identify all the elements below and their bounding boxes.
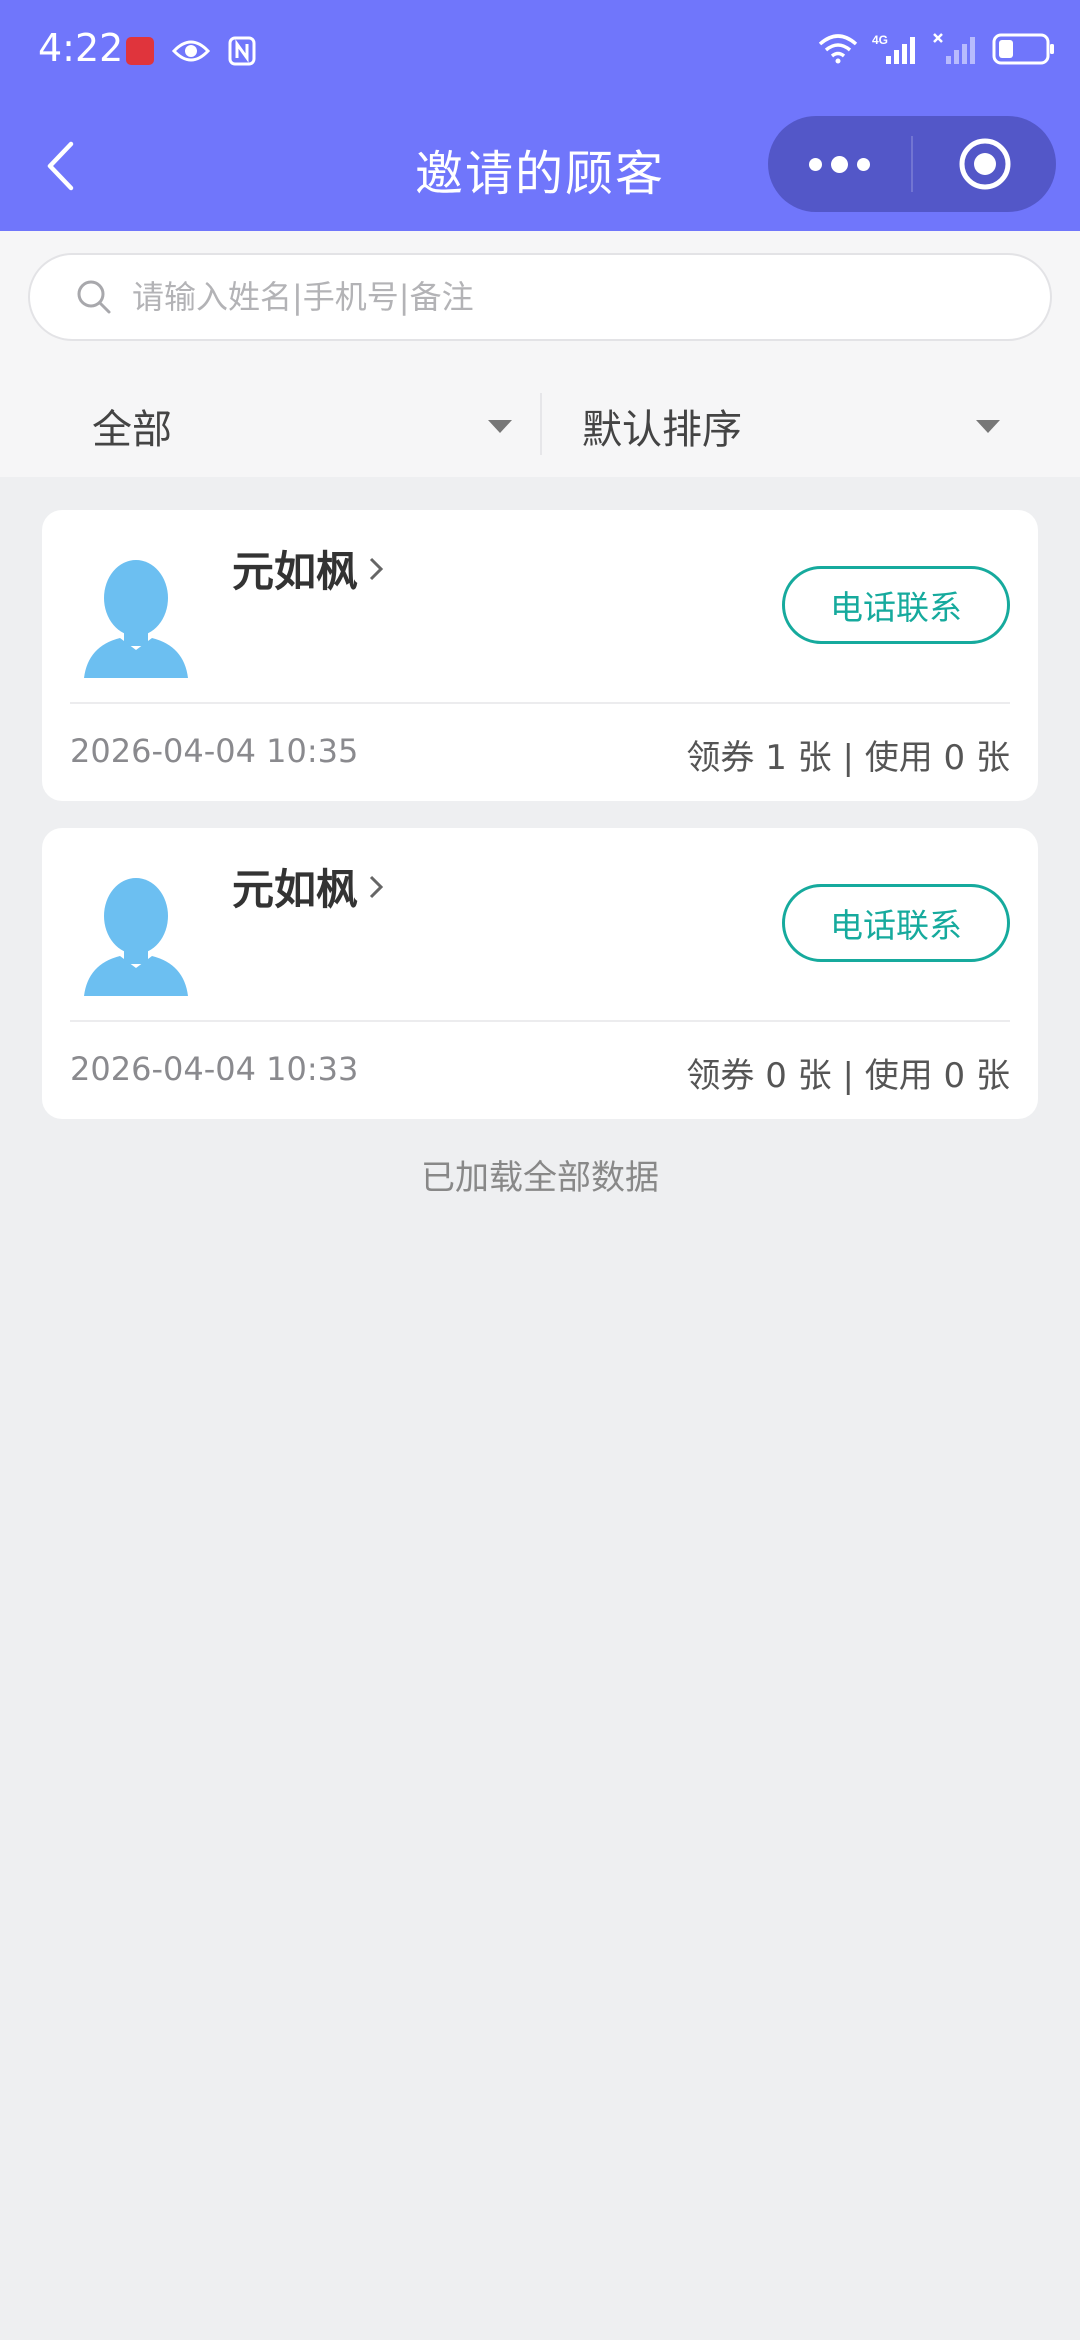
status-time: 4:22: [38, 26, 124, 70]
call-button[interactable]: 电话联系: [782, 884, 1010, 962]
coupon-stats: 领券 0 张 | 使用 0 张: [686, 1056, 1010, 1096]
avatar-icon: [84, 560, 188, 678]
more-button[interactable]: [768, 116, 911, 212]
capsule-menu: [768, 116, 1056, 212]
customer-card[interactable]: 元如枫 电话联系 2026-04-04 10:35 领券 1 张 | 使用 0 …: [42, 510, 1038, 801]
coupon-stats: 领券 1 张 | 使用 0 张: [686, 738, 1010, 778]
header: 4:22 4G 邀请的顾客: [0, 0, 1080, 231]
status-bar: 4:22 4G: [0, 0, 1080, 100]
avatar-icon: [84, 878, 188, 996]
nfc-icon: [228, 36, 256, 66]
customer-name-link[interactable]: 元如枫: [232, 856, 384, 917]
status-icons-left: [126, 36, 256, 66]
category-filter-dropdown[interactable]: 全部: [92, 381, 512, 471]
all-data-loaded-text: 已加载全部数据: [421, 1158, 659, 1198]
card-divider: [70, 1020, 1010, 1022]
chevron-right-icon: [369, 557, 384, 580]
eye-icon: [172, 40, 210, 62]
call-button[interactable]: 电话联系: [782, 566, 1010, 644]
chevron-right-icon: [369, 875, 384, 898]
filter-divider: [540, 393, 542, 455]
sort-label: 默认排序: [582, 407, 742, 453]
invite-date: 2026-04-04 10:35: [70, 732, 359, 770]
status-icons-right: 4G: [818, 32, 1056, 66]
customer-name: 元如枫: [232, 865, 359, 914]
customer-name-link[interactable]: 元如枫: [232, 538, 384, 599]
signal-4g-icon: 4G: [872, 33, 915, 64]
customer-name: 元如枫: [232, 547, 359, 596]
customer-card[interactable]: 元如枫 电话联系 2026-04-04 10:33 领券 0 张 | 使用 0 …: [42, 828, 1038, 1119]
invite-date: 2026-04-04 10:33: [70, 1050, 359, 1088]
filter-area: 全部 默认排序: [0, 231, 1080, 477]
svg-text:4G: 4G: [872, 33, 888, 47]
caret-down-icon: [488, 420, 512, 433]
app-notification-icon: [126, 37, 154, 65]
close-miniprogram-button[interactable]: [913, 116, 1056, 212]
card-divider: [70, 702, 1010, 704]
search-icon: [77, 280, 111, 314]
search-input[interactable]: [132, 278, 1012, 316]
battery-icon: [992, 33, 1054, 65]
sort-dropdown[interactable]: 默认排序: [582, 381, 1012, 471]
more-dots-icon: [809, 157, 822, 171]
caret-down-icon: [976, 420, 1000, 433]
nav-bar: 邀请的顾客: [0, 116, 1080, 216]
category-filter-label: 全部: [92, 407, 172, 453]
signal-no-service-icon: [933, 33, 975, 64]
wifi-icon: [818, 34, 858, 64]
search-box[interactable]: [28, 253, 1052, 341]
target-circle-icon: [959, 138, 1010, 190]
